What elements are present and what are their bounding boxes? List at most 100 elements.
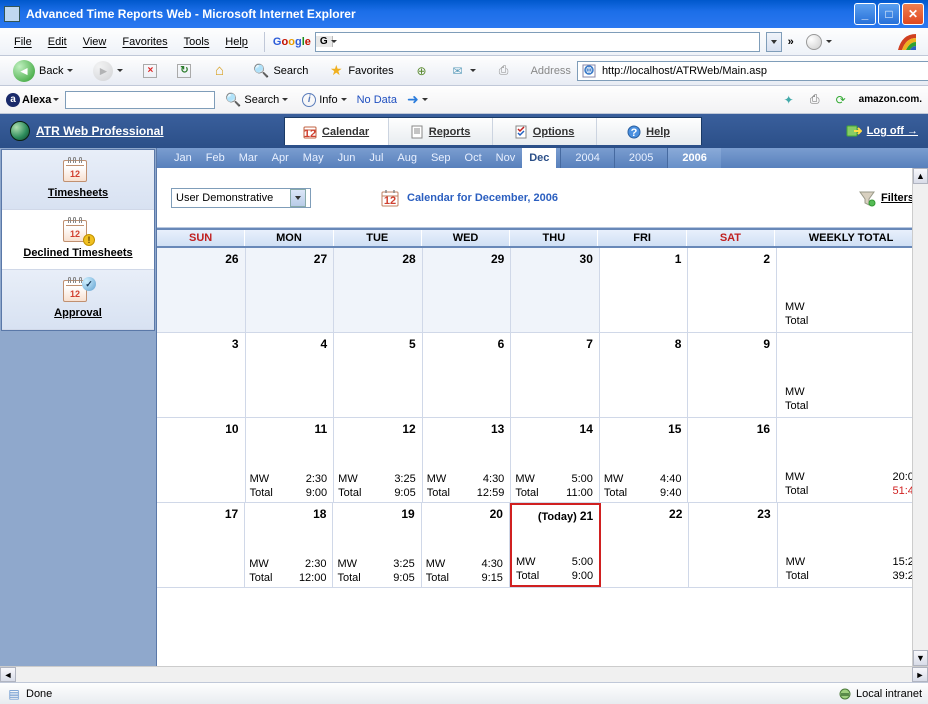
calendar-day-cell[interactable]: 4 xyxy=(246,333,335,417)
tab-calendar[interactable]: 12Calendar xyxy=(285,118,389,145)
alexa-popup-button[interactable]: ➜ xyxy=(403,91,432,108)
month-jun[interactable]: Jun xyxy=(331,148,363,168)
calendar-day-cell[interactable]: 16 xyxy=(688,418,777,502)
mail-button[interactable]: ✉ xyxy=(443,60,483,82)
print-icon[interactable]: ⎙ xyxy=(807,92,823,108)
sidebar-item-declined-timesheets[interactable]: 12!Declined Timesheets xyxy=(2,210,154,270)
scroll-right[interactable]: ► xyxy=(912,667,928,682)
address-bar: Address → Go xyxy=(531,59,928,83)
calendar-day-cell[interactable]: 20MW4:30Total9:15 xyxy=(422,503,510,587)
calendar-day-cell[interactable]: 11MW2:30Total9:00 xyxy=(246,418,335,502)
calendar-day-cell[interactable]: 15MW4:40Total9:40 xyxy=(600,418,689,502)
menu-help[interactable]: Help xyxy=(217,32,256,52)
back-button[interactable]: ◄ Back xyxy=(6,57,80,85)
calendar-day-cell[interactable]: (Today) 21MW5:00Total9:00 xyxy=(510,503,601,587)
month-jan[interactable]: Jan xyxy=(167,148,199,168)
menu-favorites[interactable]: Favorites xyxy=(114,32,175,52)
sidebar-item-timesheets[interactable]: 12Timesheets xyxy=(2,150,154,210)
month-may[interactable]: May xyxy=(296,148,331,168)
toolbar-more[interactable]: » xyxy=(784,34,798,50)
calendar-day-cell[interactable]: 3 xyxy=(157,333,246,417)
google-search-box[interactable]: G xyxy=(315,32,760,52)
calendar-day-cell[interactable]: 28 xyxy=(334,248,423,332)
month-nov[interactable]: Nov xyxy=(489,148,523,168)
calendar-day-cell[interactable]: 1 xyxy=(600,248,689,332)
address-input-wrap[interactable] xyxy=(577,61,928,81)
alexa-info-button[interactable]: i Info xyxy=(298,93,350,107)
amazon-logo[interactable]: amazon.com. xyxy=(859,94,922,105)
month-feb[interactable]: Feb xyxy=(199,148,232,168)
favorites-button[interactable]: ★ Favorites xyxy=(321,60,400,82)
google-dropdown[interactable] xyxy=(766,32,782,52)
menu-edit[interactable]: Edit xyxy=(40,32,75,52)
alexa-logo[interactable]: a Alexa xyxy=(6,93,59,107)
close-button[interactable]: ✕ xyxy=(902,3,924,25)
refresh-button[interactable]: ↻ xyxy=(170,61,198,81)
search-button[interactable]: 🔍 Search xyxy=(246,60,315,82)
calendar-day-cell[interactable]: 18MW2:30Total12:00 xyxy=(245,503,333,587)
filters-button[interactable]: Filters xyxy=(858,189,914,207)
calendar-day-cell[interactable]: 8 xyxy=(600,333,689,417)
tool-icon-1[interactable]: ✦ xyxy=(781,92,797,108)
tab-reports[interactable]: Reports xyxy=(389,118,493,145)
horizontal-scrollbar[interactable]: ◄ ► xyxy=(0,666,928,682)
alexa-search-button[interactable]: 🔍 Search xyxy=(221,92,292,108)
calendar-day-cell[interactable]: 13MW4:30Total12:59 xyxy=(423,418,512,502)
calendar-day-cell[interactable]: 30 xyxy=(511,248,600,332)
scroll-track[interactable] xyxy=(913,184,928,650)
scroll-track[interactable] xyxy=(16,667,912,682)
vertical-scrollbar[interactable]: ▲ ▼ xyxy=(912,168,928,666)
calendar-day-cell[interactable]: 7 xyxy=(511,333,600,417)
print-button[interactable]: ⎙ xyxy=(489,60,519,82)
calendar-day-cell[interactable]: 12MW3:25Total9:05 xyxy=(334,418,423,502)
year-2006[interactable]: 2006 xyxy=(667,148,720,168)
menu-file[interactable]: File xyxy=(6,32,40,52)
scroll-up[interactable]: ▲ xyxy=(913,168,928,184)
menu-tools[interactable]: Tools xyxy=(176,32,218,52)
user-select[interactable]: User Demonstrative xyxy=(171,188,311,208)
scroll-down[interactable]: ▼ xyxy=(913,650,928,666)
tab-help[interactable]: ?Help xyxy=(597,118,701,145)
month-dec[interactable]: Dec xyxy=(522,148,556,168)
calendar-day-cell[interactable]: 5 xyxy=(334,333,423,417)
alexa-search-input[interactable] xyxy=(65,91,215,109)
calendar-day-cell[interactable]: 10 xyxy=(157,418,246,502)
stop-button[interactable]: × xyxy=(136,61,164,81)
sidebar-item-approval[interactable]: 12✓Approval xyxy=(2,270,154,330)
unknown-circle-icon[interactable] xyxy=(806,34,822,50)
calendar-day-cell[interactable]: 14MW5:00Total11:00 xyxy=(511,418,600,502)
maximize-button[interactable]: □ xyxy=(878,3,900,25)
year-2004[interactable]: 2004 xyxy=(560,148,613,168)
title-row: User Demonstrative 12 Calendar for Decem… xyxy=(157,168,928,228)
home-button[interactable]: ⌂ xyxy=(204,60,234,82)
minimize-button[interactable]: _ xyxy=(854,3,876,25)
calendar-day-cell[interactable]: 6 xyxy=(423,333,512,417)
month-aug[interactable]: Aug xyxy=(390,148,424,168)
calendar-day-cell[interactable]: 19MW3:25Total9:05 xyxy=(333,503,421,587)
scroll-left[interactable]: ◄ xyxy=(0,667,16,682)
history-button[interactable]: ⊕ xyxy=(407,60,437,82)
calendar-day-cell[interactable]: 22 xyxy=(601,503,689,587)
calendar-day-cell[interactable]: 27 xyxy=(246,248,335,332)
address-input[interactable] xyxy=(600,62,928,80)
calendar-day-cell[interactable]: 29 xyxy=(423,248,512,332)
forward-button[interactable]: ► xyxy=(86,58,130,84)
month-sep[interactable]: Sep xyxy=(424,148,458,168)
menu-view[interactable]: View xyxy=(75,32,115,52)
date-number: 4 xyxy=(250,337,328,351)
tab-options[interactable]: Options xyxy=(493,118,597,145)
app-logo[interactable]: ATR Web Professional xyxy=(10,121,164,141)
month-jul[interactable]: Jul xyxy=(362,148,390,168)
tool-icon-2[interactable]: ⟳ xyxy=(833,92,849,108)
calendar-day-cell[interactable]: 23 xyxy=(689,503,777,587)
month-oct[interactable]: Oct xyxy=(458,148,489,168)
calendar-day-cell[interactable]: 17 xyxy=(157,503,245,587)
calendar-day-cell[interactable]: 2 xyxy=(688,248,777,332)
google-search-input[interactable] xyxy=(339,33,759,51)
month-apr[interactable]: Apr xyxy=(265,148,296,168)
calendar-day-cell[interactable]: 9 xyxy=(688,333,777,417)
year-2005[interactable]: 2005 xyxy=(614,148,667,168)
logoff-button[interactable]: Log off → xyxy=(846,123,918,139)
month-mar[interactable]: Mar xyxy=(232,148,265,168)
calendar-day-cell[interactable]: 26 xyxy=(157,248,246,332)
